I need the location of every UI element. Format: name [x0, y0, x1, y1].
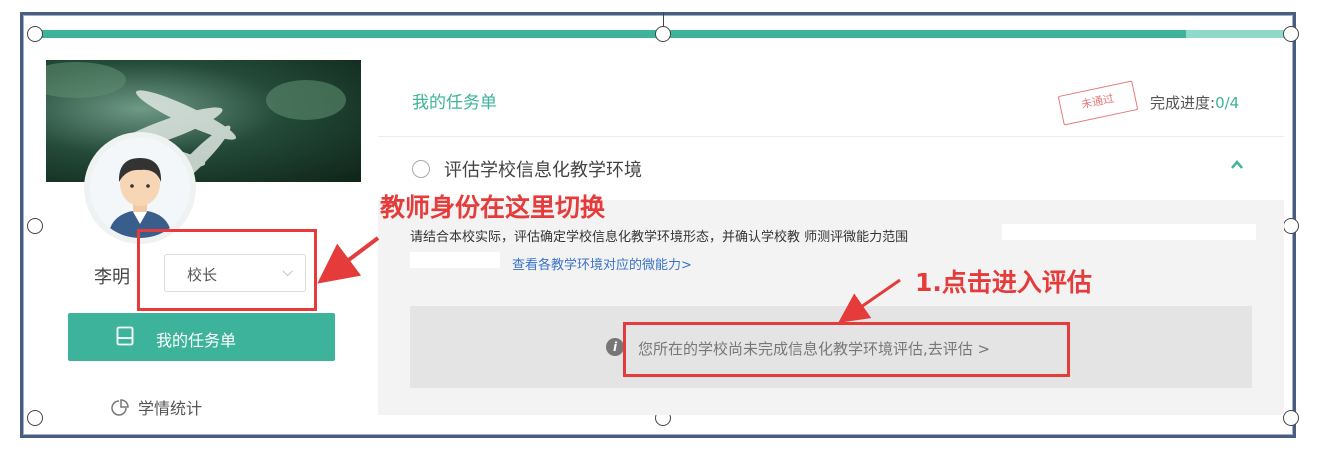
annotation-arrow-role — [317, 236, 380, 284]
annotation-arrows — [317, 236, 901, 323]
annotation-arrow-evaluate — [838, 278, 901, 323]
